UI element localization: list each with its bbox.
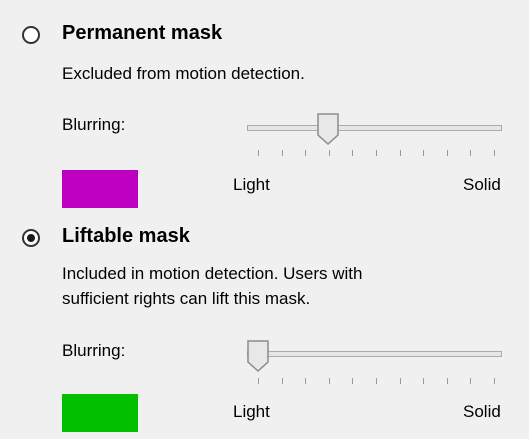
permanent-mask-color-swatch[interactable] (62, 170, 138, 208)
liftable-max-label: Solid (463, 402, 501, 421)
slider-tick (305, 150, 306, 156)
slider-tick (352, 378, 353, 384)
slider-tick (423, 150, 424, 156)
liftable-min-label: Light (233, 402, 270, 421)
permanent-mask-description: Excluded from motion detection. (62, 64, 305, 83)
slider-tick (494, 378, 495, 384)
slider-tick (282, 378, 283, 384)
slider-tick (329, 150, 330, 156)
liftable-mask-description-line1: Included in motion detection. Users with (62, 264, 363, 283)
slider-tick (447, 378, 448, 384)
slider-tick (447, 150, 448, 156)
slider-tick (258, 150, 259, 156)
panel-background: Permanent mask Excluded from motion dete… (0, 0, 529, 439)
radio-selected-dot (27, 234, 35, 242)
permanent-min-label: Light (233, 175, 270, 194)
liftable-mask-description-line2: sufficient rights can lift this mask. (62, 289, 311, 308)
slider-tick (376, 378, 377, 384)
permanent-slider-thumb[interactable] (317, 113, 339, 145)
liftable-mask-color-swatch[interactable] (62, 394, 138, 432)
liftable-mask-radio[interactable] (22, 229, 40, 247)
liftable-slider-track[interactable] (247, 351, 502, 357)
permanent-slider-track[interactable] (247, 125, 502, 131)
slider-tick (305, 378, 306, 384)
slider-tick (352, 150, 353, 156)
slider-tick (423, 378, 424, 384)
slider-tick (329, 378, 330, 384)
permanent-mask-title[interactable]: Permanent mask (62, 22, 222, 45)
permanent-blurring-label: Blurring: (62, 115, 126, 134)
slider-tick (258, 378, 259, 384)
slider-tick (494, 150, 495, 156)
liftable-slider-ticks (258, 378, 495, 384)
slider-tick (282, 150, 283, 156)
slider-tick (470, 378, 471, 384)
slider-tick (376, 150, 377, 156)
liftable-slider-thumb[interactable] (247, 340, 269, 372)
liftable-mask-title[interactable]: Liftable mask (62, 225, 190, 248)
liftable-blurring-label: Blurring: (62, 341, 126, 360)
slider-tick (400, 378, 401, 384)
mask-settings-panel: Permanent mask Excluded from motion dete… (0, 0, 529, 439)
permanent-slider-ticks (258, 150, 495, 156)
slider-tick (400, 150, 401, 156)
slider-tick (470, 150, 471, 156)
permanent-mask-radio[interactable] (22, 26, 40, 44)
permanent-max-label: Solid (463, 175, 501, 194)
